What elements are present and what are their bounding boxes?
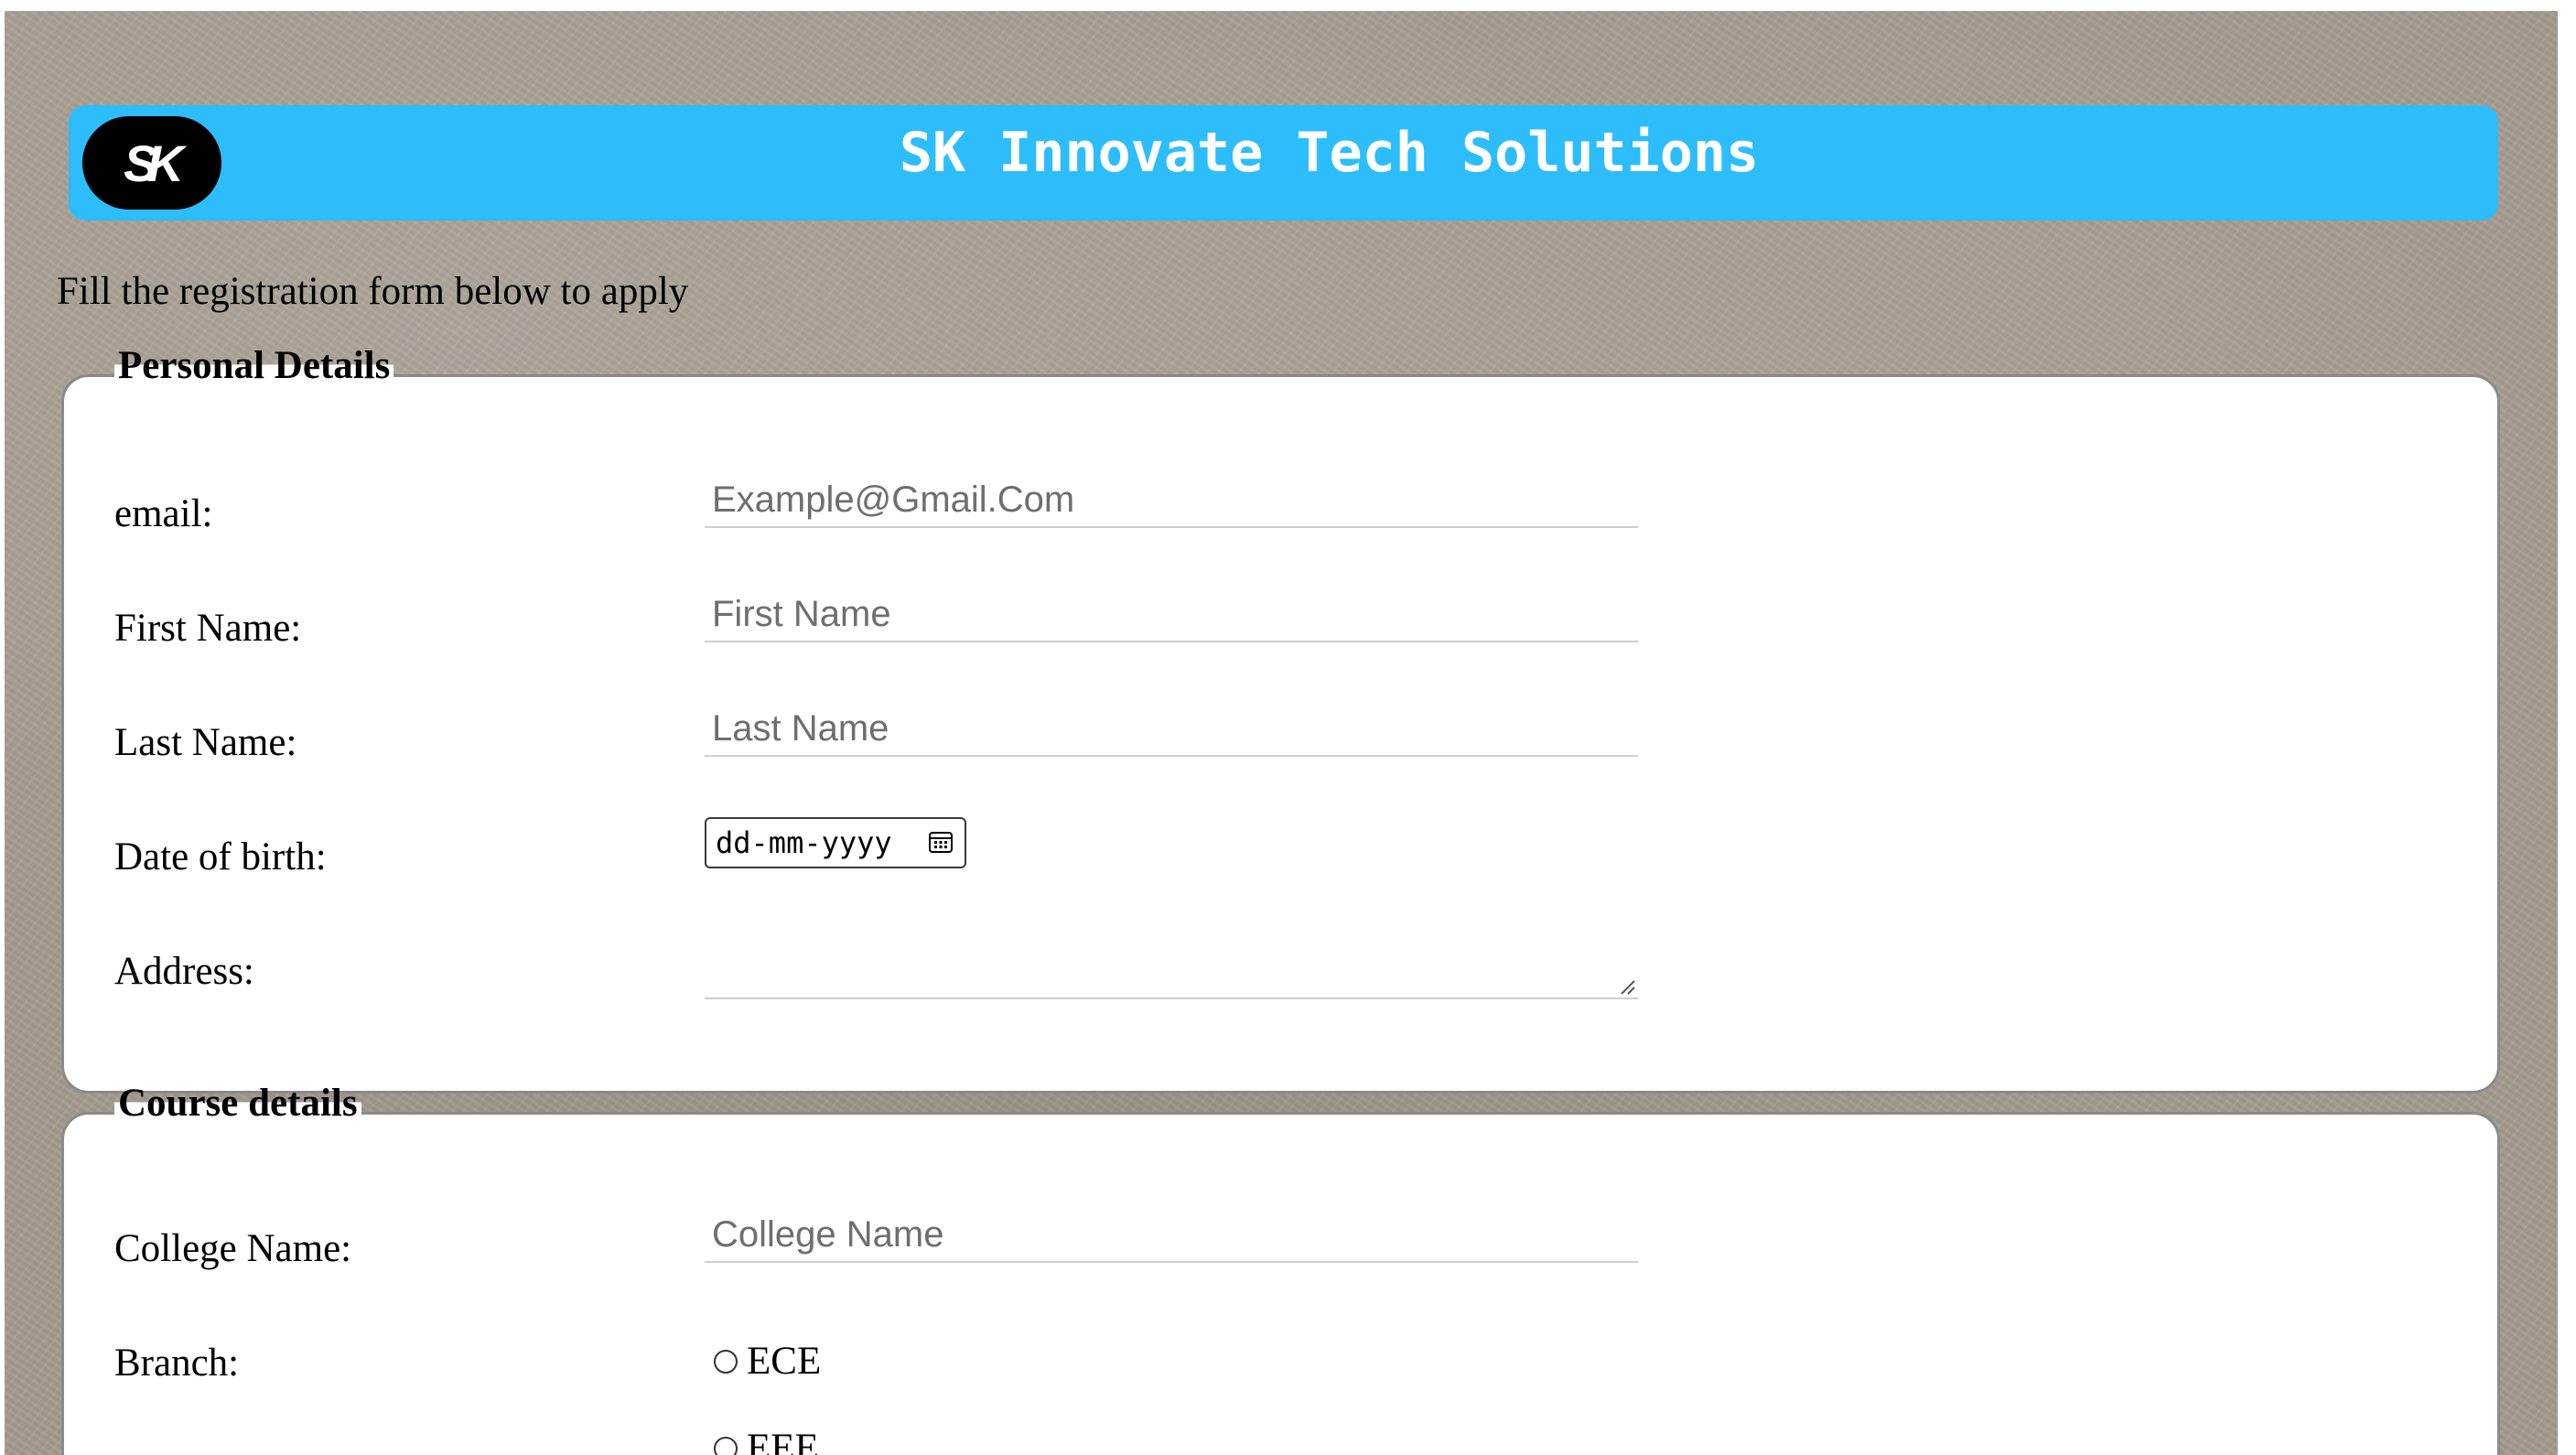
branch-option-ece[interactable]: ECE [714, 1339, 821, 1384]
address-label: Address: [114, 950, 254, 993]
last-name-label: Last Name: [114, 721, 297, 764]
calendar-icon[interactable] [928, 829, 954, 855]
resize-handle-icon[interactable] [1618, 977, 1636, 996]
header-bar: SK SK Innovate Tech Solutions [69, 105, 2498, 221]
page-background: SK SK Innovate Tech Solutions Fill the r… [5, 11, 2558, 1455]
first-name-field[interactable] [705, 587, 1638, 642]
personal-details-fieldset: Personal Details email: First Name: Last… [61, 343, 2500, 1094]
last-name-field[interactable] [705, 702, 1638, 757]
personal-details-legend: Personal Details [114, 343, 394, 388]
course-details-fieldset: Course details College Name: Branch: ECE… [61, 1081, 2500, 1455]
radio-button[interactable] [714, 1349, 738, 1374]
first-name-label: First Name: [114, 607, 302, 650]
email-label: email: [114, 492, 213, 535]
date-of-birth-label: Date of birth: [114, 835, 327, 878]
page-title: SK Innovate Tech Solutions [899, 121, 1760, 185]
address-textarea[interactable] [705, 926, 1638, 999]
college-name-field[interactable] [705, 1208, 1638, 1263]
email-field[interactable] [705, 473, 1638, 528]
radio-button[interactable] [714, 1436, 738, 1455]
branch-option-eee[interactable]: EEE [714, 1426, 819, 1455]
date-of-birth-placeholder: dd-mm-yyyy [716, 825, 892, 860]
branch-option-label: EEE [747, 1427, 819, 1455]
branch-option-label: ECE [747, 1340, 822, 1383]
intro-text: Fill the registration form below to appl… [57, 270, 689, 313]
college-name-label: College Name: [114, 1227, 352, 1270]
branch-label: Branch: [114, 1342, 240, 1385]
course-details-legend: Course details [114, 1081, 361, 1126]
date-of-birth-field[interactable]: dd-mm-yyyy [705, 817, 966, 868]
